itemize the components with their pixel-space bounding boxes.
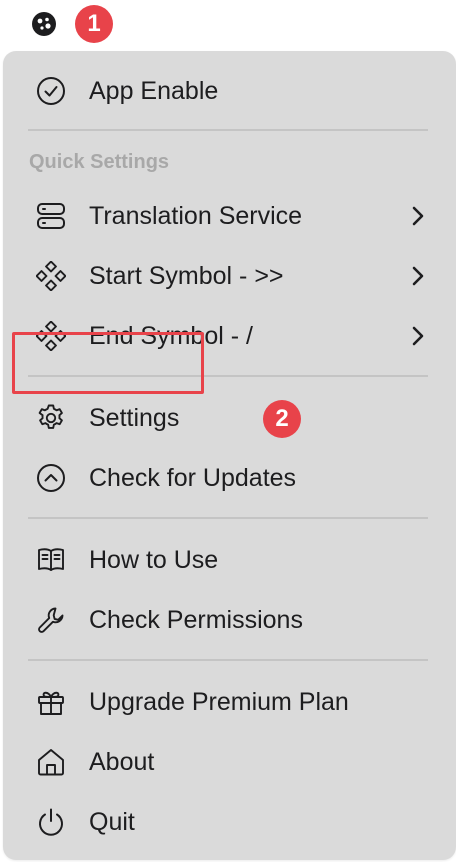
menu-item-label: Translation Service (89, 202, 303, 230)
book-icon (36, 545, 66, 575)
chevron-right-icon (406, 324, 430, 348)
step-1-badge: 1 (75, 5, 113, 43)
menu-item-settings[interactable]: Settings (3, 388, 456, 448)
diamond-dots-icon (36, 321, 66, 351)
quick-settings-header: Quick Settings (29, 151, 170, 173)
wrench-icon (36, 605, 66, 635)
menu-item-translation-service[interactable]: Translation Service (3, 186, 456, 246)
menu-separator (28, 659, 428, 661)
menu-item-label: Quit (89, 808, 135, 836)
menu-item-label: Check Permissions (89, 606, 303, 634)
menu-item-quit[interactable]: Quit (3, 792, 456, 852)
menu-separator (28, 129, 428, 131)
menu-item-label: App Enable (89, 77, 219, 105)
menu-item-how-to-use[interactable]: How to Use (3, 530, 456, 590)
chevron-right-icon (406, 204, 430, 228)
home-icon (36, 747, 66, 777)
menu-item-label: Upgrade Premium Plan (89, 688, 349, 716)
step-2-badge: 2 (263, 400, 301, 438)
menu-item-upgrade-premium[interactable]: Upgrade Premium Plan (3, 672, 456, 732)
menu-separator (28, 375, 428, 377)
menu-item-label: End Symbol - / (89, 322, 253, 350)
server-icon (36, 201, 66, 231)
check-circle-icon (36, 76, 66, 106)
gear-icon (36, 403, 66, 433)
menu-item-app-enable[interactable]: App Enable (3, 61, 456, 121)
menu-item-label: How to Use (89, 546, 219, 574)
menu-item-label: About (89, 748, 155, 776)
chevron-right-icon (406, 264, 430, 288)
menu-item-label: Start Symbol - >> (89, 262, 284, 290)
chevron-up-circle-icon (36, 463, 66, 493)
menu-item-end-symbol[interactable]: End Symbol - / (3, 306, 456, 366)
gift-icon (36, 687, 66, 717)
menu-item-about[interactable]: About (3, 732, 456, 792)
menu-item-check-updates[interactable]: Check for Updates (3, 448, 456, 508)
menu-separator (28, 517, 428, 519)
diamond-dots-icon (36, 261, 66, 291)
status-bar-menu: App Enable Quick Settings Translation Se… (3, 51, 456, 860)
app-tray-icon[interactable] (29, 9, 59, 39)
menu-item-label: Check for Updates (89, 464, 297, 492)
menu-item-start-symbol[interactable]: Start Symbol - >> (3, 246, 456, 306)
menu-item-label: Settings (89, 404, 180, 432)
menu-item-check-permissions[interactable]: Check Permissions (3, 590, 456, 650)
power-icon (36, 807, 66, 837)
